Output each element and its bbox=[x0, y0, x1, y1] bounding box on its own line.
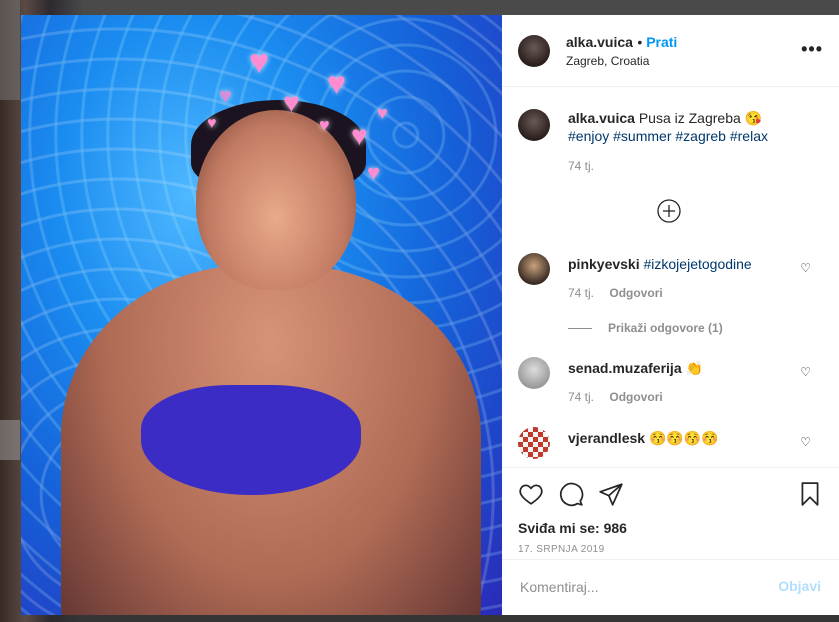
list-item: pinkyevski #izkojejetogodine ♡ 74 tj. Od… bbox=[502, 253, 839, 343]
show-replies-label[interactable]: Prikaži odgovore (1) bbox=[608, 321, 723, 335]
post-actions: Sviđa mi se: 986 17. SRPNJA 2019 bbox=[502, 467, 839, 568]
post-date[interactable]: 17. SRPNJA 2019 bbox=[518, 544, 605, 555]
send-icon[interactable] bbox=[598, 481, 624, 507]
comment-body[interactable]: #izkojejetogodine bbox=[644, 256, 752, 272]
plus-circle-icon bbox=[657, 199, 681, 223]
comment-meta: 74 tj. Odgovori bbox=[568, 390, 663, 404]
follow-button[interactable]: Prati bbox=[646, 34, 677, 50]
load-more-comments-button[interactable] bbox=[657, 199, 681, 223]
reply-button[interactable]: Odgovori bbox=[609, 390, 662, 404]
separator-dot: • bbox=[637, 34, 647, 50]
heart-sticker-icon: ♥ bbox=[207, 115, 217, 132]
comment-text: pinkyevski #izkojejetogodine bbox=[568, 255, 752, 273]
backdrop-tile bbox=[0, 420, 20, 460]
heart-sticker-icon: ♥ bbox=[327, 65, 346, 101]
heart-sticker-icon: ♥ bbox=[351, 120, 368, 151]
post-panel: alka.vuica • Prati Zagreb, Croatia ••• a… bbox=[502, 15, 839, 615]
avatar[interactable] bbox=[518, 35, 550, 67]
comment-username[interactable]: senad.muzaferija bbox=[568, 360, 682, 376]
avatar[interactable] bbox=[518, 357, 550, 389]
comment-like-icon[interactable]: ♡ bbox=[800, 261, 811, 275]
heart-sticker-icon: ♥ bbox=[367, 160, 381, 185]
caption-body: Pusa iz Zagreba 😘 bbox=[638, 110, 763, 126]
comment-like-icon[interactable]: ♡ bbox=[800, 435, 811, 449]
post-comment-button[interactable]: Objavi bbox=[778, 578, 821, 594]
heart-sticker-icon: ♥ bbox=[219, 83, 233, 108]
post-author: alka.vuica • Prati bbox=[566, 34, 677, 52]
comment-box: Objavi bbox=[502, 559, 839, 615]
post-image[interactable]: ♥ ♥ ♥ ♥ ♥ ♥ ♥ ♥ ♥ bbox=[21, 15, 502, 615]
post-header: alka.vuica • Prati Zagreb, Croatia ••• bbox=[502, 15, 839, 87]
bookmark-icon[interactable] bbox=[797, 481, 823, 507]
comment-time: 74 tj. bbox=[568, 286, 595, 300]
comment-body: 👏 bbox=[685, 360, 703, 376]
comment-username[interactable]: pinkyevski bbox=[568, 256, 640, 272]
caption-hashtags[interactable]: #enjoy #summer #zagreb #relax bbox=[568, 128, 768, 144]
heart-icon[interactable] bbox=[518, 481, 544, 507]
list-item: senad.muzaferija 👏 ♡ 74 tj. Odgovori bbox=[502, 357, 839, 417]
photo-swimsuit bbox=[141, 385, 361, 495]
heart-sticker-icon: ♥ bbox=[319, 115, 330, 135]
comment-icon[interactable] bbox=[558, 481, 584, 507]
caption-time: 74 tj. bbox=[568, 159, 595, 173]
likes-count[interactable]: Sviđa mi se: 986 bbox=[518, 520, 627, 536]
caption-text: alka.vuica Pusa iz Zagreba 😘 #enjoy #sum… bbox=[568, 109, 818, 145]
heart-sticker-icon: ♥ bbox=[377, 103, 388, 123]
reply-button[interactable]: Odgovori bbox=[609, 286, 662, 300]
comments-list[interactable]: alka.vuica Pusa iz Zagreba 😘 #enjoy #sum… bbox=[502, 87, 839, 467]
caption-username[interactable]: alka.vuica bbox=[568, 110, 635, 126]
heart-sticker-icon: ♥ bbox=[283, 87, 300, 118]
backdrop-tile bbox=[0, 0, 20, 100]
avatar[interactable] bbox=[518, 253, 550, 285]
post-location[interactable]: Zagreb, Croatia bbox=[566, 54, 649, 68]
comment-username[interactable]: vjerandlesk bbox=[568, 430, 645, 446]
comment-input[interactable] bbox=[518, 574, 762, 600]
replies-divider bbox=[568, 328, 592, 330]
comment-like-icon[interactable]: ♡ bbox=[800, 365, 811, 379]
avatar[interactable] bbox=[518, 109, 550, 141]
avatar[interactable] bbox=[518, 427, 550, 459]
comment-body: 😚😚😚😚 bbox=[648, 430, 719, 446]
list-item: vjerandlesk 😚😚😚😚 ♡ bbox=[502, 427, 839, 467]
heart-sticker-icon: ♥ bbox=[249, 43, 270, 81]
comment-time: 74 tj. bbox=[568, 390, 595, 404]
more-options-icon[interactable]: ••• bbox=[801, 39, 823, 60]
photo-face bbox=[196, 110, 356, 290]
comment-text: vjerandlesk 😚😚😚😚 bbox=[568, 429, 719, 447]
post-username[interactable]: alka.vuica bbox=[566, 34, 633, 50]
comment-text: senad.muzaferija 👏 bbox=[568, 359, 703, 377]
show-replies-button[interactable]: Prikaži odgovore (1) bbox=[568, 321, 723, 335]
comment-meta: 74 tj. Odgovori bbox=[568, 286, 663, 300]
